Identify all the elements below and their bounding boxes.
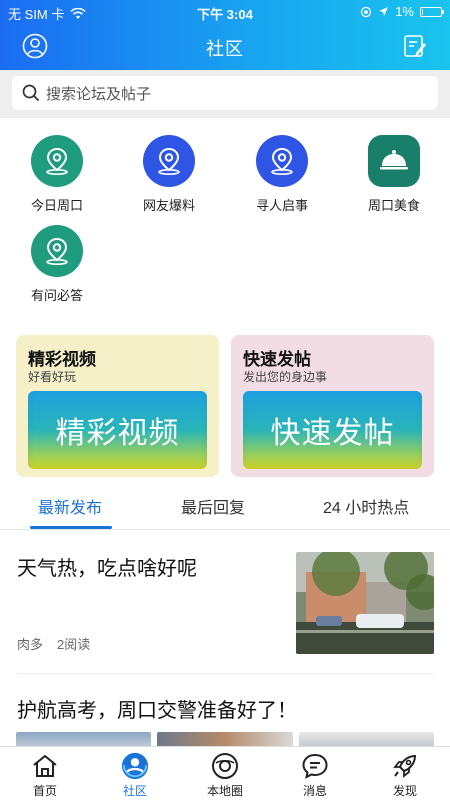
category-today-zhoukou[interactable]: 今日周口	[12, 135, 102, 214]
location-arrow-icon	[379, 7, 389, 16]
card-subtitle: 发出您的身边事	[243, 370, 328, 384]
battery-icon	[420, 6, 444, 17]
page-title: 社区	[206, 39, 244, 59]
category-zhoukou-food[interactable]: 周口美食	[349, 135, 439, 214]
card-title: 精彩视频	[28, 350, 96, 369]
rotation-lock-icon	[361, 6, 372, 17]
nav-label: 首页	[32, 784, 57, 798]
location-pin-icon	[256, 135, 308, 187]
location-pin-icon	[31, 225, 83, 277]
post-title: 天气热，吃点啥好呢	[17, 558, 197, 580]
tab-last-reply[interactable]: 最后回复	[181, 494, 245, 518]
local-circle-icon	[211, 752, 239, 780]
food-cloche-icon	[368, 135, 420, 187]
category-netizen-report[interactable]: 网友爆料	[124, 135, 214, 214]
nav-community[interactable]: 社区	[90, 752, 180, 799]
nav-messages[interactable]: 消息	[270, 752, 360, 799]
post-item[interactable]: 天气热，吃点啥好呢 肉多 2阅读	[0, 540, 450, 670]
location-pin-icon	[143, 135, 195, 187]
location-pin-icon	[31, 135, 83, 187]
category-missing-person[interactable]: 寻人启事	[237, 135, 327, 214]
home-icon	[31, 752, 59, 780]
category-label: 寻人启事	[255, 198, 308, 213]
navbar: 社区	[0, 26, 450, 66]
nav-label: 社区	[122, 784, 147, 798]
bottom-navigation: 首页 社区 本地圈 消息 发现	[0, 746, 450, 800]
search-icon	[22, 84, 40, 102]
compose-post-icon[interactable]	[402, 33, 428, 59]
search-section: 搜索论坛及帖子	[0, 70, 450, 118]
status-bar: 无 SIM 卡 下午 3:04 1%	[0, 0, 450, 22]
nav-label: 本地圈	[206, 784, 243, 798]
post-thumbnail	[296, 552, 434, 654]
featured-videos-card[interactable]: 精彩视频 好看好玩 精彩视频	[16, 335, 219, 477]
tab-latest[interactable]: 最新发布	[38, 494, 102, 518]
post-meta: 肉多 2阅读	[17, 634, 90, 653]
card-subtitle: 好看好玩	[28, 370, 77, 384]
post-title: 护航高考，周口交警准备好了！	[17, 700, 297, 722]
message-icon	[301, 752, 329, 780]
feed-tabs: 最新发布 最后回复 24 小时热点	[0, 480, 450, 530]
category-label: 周口美食	[367, 198, 420, 213]
nav-discover[interactable]: 发现	[360, 752, 450, 799]
card-banner: 快速发帖	[243, 391, 422, 469]
nav-local-circle[interactable]: 本地圈	[180, 752, 270, 799]
search-placeholder: 搜索论坛及帖子	[46, 85, 152, 103]
nav-label: 发现	[392, 784, 417, 798]
card-banner: 精彩视频	[28, 391, 207, 469]
active-tab-indicator	[30, 526, 112, 529]
app-header: 无 SIM 卡 下午 3:04 1% 社区	[0, 0, 450, 70]
post-author: 肉多	[17, 637, 44, 652]
nav-home[interactable]: 首页	[0, 752, 90, 799]
category-label: 有问必答	[30, 288, 83, 303]
post-item[interactable]: 护航高考，周口交警准备好了！	[0, 674, 450, 750]
category-qa[interactable]: 有问必答	[12, 225, 102, 304]
tab-24h-hot[interactable]: 24 小时热点	[323, 494, 409, 518]
card-title: 快速发帖	[243, 350, 311, 369]
quick-post-card[interactable]: 快速发帖 发出您的身边事 快速发帖	[231, 335, 434, 477]
rocket-icon	[391, 752, 419, 780]
nav-label: 消息	[302, 784, 327, 798]
category-label: 今日周口	[30, 198, 83, 213]
category-label: 网友爆料	[142, 198, 195, 213]
search-input[interactable]: 搜索论坛及帖子	[12, 76, 438, 110]
post-read-count: 2阅读	[57, 637, 91, 652]
community-icon	[121, 752, 149, 780]
battery-percent: 1%	[395, 4, 414, 19]
